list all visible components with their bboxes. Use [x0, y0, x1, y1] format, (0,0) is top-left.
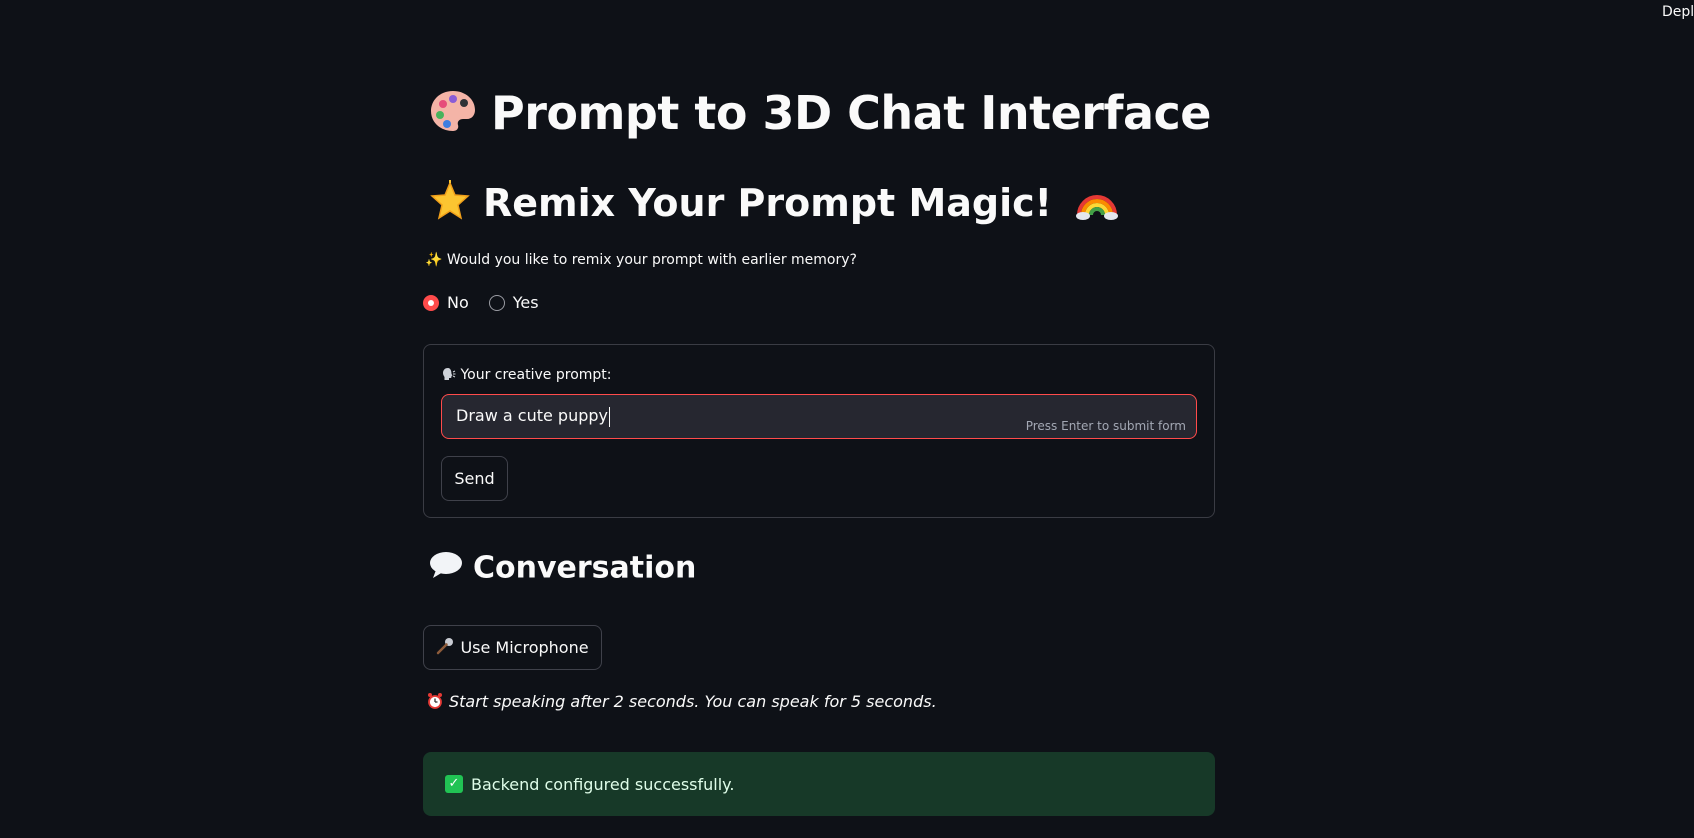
status-success-alert: ✓ Backend configured successfully.: [423, 752, 1215, 816]
speech-bubble-icon: [429, 550, 463, 588]
palette-icon: [429, 88, 477, 145]
speaking-instruction-text: Start speaking after 2 seconds. You can …: [449, 692, 937, 711]
status-message: Backend configured successfully.: [471, 774, 735, 794]
conversation-heading-text: Conversation: [473, 550, 697, 586]
remix-question-text: Would you like to remix your prompt with…: [446, 252, 857, 268]
use-microphone-button[interactable]: Use Microphone: [423, 625, 602, 670]
sparkles-icon: ✨: [425, 252, 443, 268]
prompt-label: Your creative prompt:: [442, 367, 612, 385]
subtitle: Remix Your Prompt Magic!: [429, 180, 1119, 231]
remix-radio-group: No Yes: [423, 293, 539, 312]
speaking-instruction: Start speaking after 2 seconds. You can …: [427, 692, 937, 713]
alarm-clock-icon: [427, 692, 443, 713]
speaking-head-icon: [442, 367, 456, 385]
conversation-heading: Conversation: [429, 550, 696, 588]
page-title-text: Prompt to 3D Chat Interface: [491, 86, 1211, 140]
use-microphone-label: Use Microphone: [460, 638, 589, 657]
subtitle-text: Remix Your Prompt Magic!: [483, 181, 1052, 225]
deploy-button[interactable]: Deploy: [1662, 4, 1694, 20]
send-button[interactable]: Send: [441, 456, 508, 501]
radio-yes[interactable]: Yes: [488, 293, 539, 312]
prompt-label-text: Your creative prompt:: [460, 367, 612, 383]
radio-no[interactable]: No: [423, 293, 469, 312]
radio-no-label: No: [447, 293, 469, 312]
glowing-star-icon: [429, 180, 471, 231]
prompt-input-value[interactable]: Draw a cute puppy: [456, 406, 610, 427]
check-mark-icon: ✓: [445, 775, 463, 793]
submit-hint: Press Enter to submit form: [1025, 419, 1186, 433]
radio-yes-indicator[interactable]: [488, 294, 505, 311]
rainbow-icon: [1075, 181, 1119, 230]
radio-no-indicator[interactable]: [423, 294, 439, 311]
prompt-input[interactable]: Draw a cute puppy Press Enter to submit …: [441, 394, 1197, 439]
microphone-icon: [436, 637, 454, 659]
radio-yes-label: Yes: [512, 293, 539, 312]
page-title: Prompt to 3D Chat Interface: [429, 86, 1211, 145]
remix-question: ✨ Would you like to remix your prompt wi…: [425, 252, 857, 268]
prompt-form: Your creative prompt: Draw a cute puppy …: [423, 344, 1215, 518]
